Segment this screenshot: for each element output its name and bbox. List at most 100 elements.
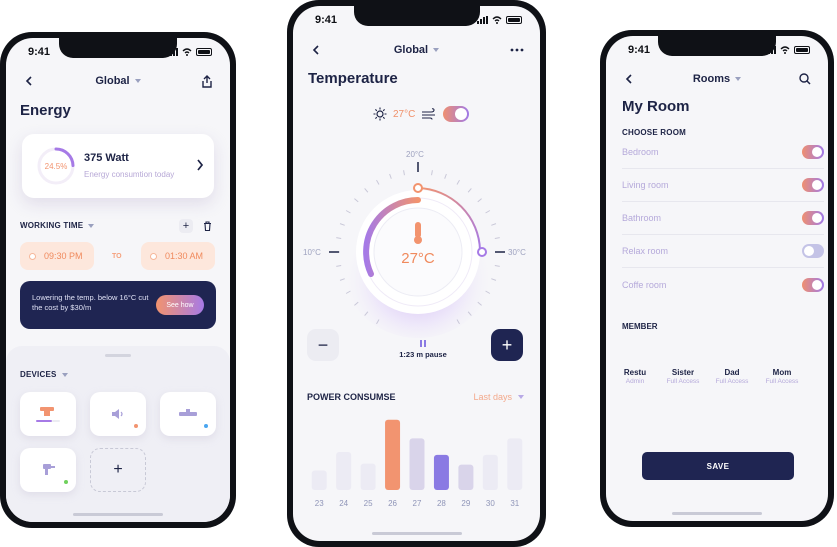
chevron-down-icon — [134, 79, 141, 83]
device-tile-faucet[interactable] — [20, 448, 76, 492]
room-row-bedroom[interactable]: Bedroom — [622, 136, 824, 169]
add-device-button[interactable]: + — [90, 448, 146, 492]
dial-tick — [345, 210, 351, 214]
notch — [59, 38, 177, 58]
signal-icon — [477, 16, 488, 24]
working-time-selector[interactable]: WORKING TIME — [20, 221, 95, 230]
room-row-living-room[interactable]: Living room — [622, 169, 824, 202]
room-name: Bathroom — [622, 213, 662, 223]
savings-text: Lowering the temp. below 16°C cut the co… — [32, 293, 149, 312]
back-icon[interactable] — [20, 72, 38, 90]
share-icon[interactable] — [198, 72, 216, 90]
member-restu[interactable]: Restu Admin — [612, 368, 658, 385]
thermostat-dial-graphic — [329, 162, 505, 338]
more-icon[interactable] — [508, 41, 526, 59]
faucet-icon — [43, 464, 55, 475]
chart-tick-label: 26 — [388, 499, 397, 508]
power-consumption-label: POWER CONSUMSE — [307, 392, 396, 402]
rooms-selector[interactable]: Rooms — [693, 73, 742, 85]
thermometer-icon — [414, 222, 422, 244]
status-dot — [204, 424, 208, 428]
pause-indicator[interactable]: 1:23 m pause — [388, 340, 458, 359]
dial-tick — [494, 237, 500, 239]
room-toggle[interactable] — [802, 277, 824, 292]
trash-icon[interactable] — [200, 219, 214, 233]
room-toggle[interactable] — [802, 244, 824, 258]
chart-bar-23[interactable] — [311, 470, 327, 491]
dial-tick — [444, 173, 447, 179]
member-dad[interactable]: Dad Full Access — [709, 368, 755, 385]
phone-energy: 9:41 Global Energy 24.5% 375 Watt Energy… — [0, 32, 236, 528]
chart-bar-28[interactable] — [433, 454, 449, 490]
climate-toggle[interactable] — [443, 106, 470, 122]
member-role: Full Access — [715, 378, 749, 385]
chart-bar-30[interactable] — [482, 454, 498, 490]
device-tile-speaker[interactable] — [90, 392, 146, 436]
devices-sheet: DEVICES + — [6, 346, 230, 522]
dial-tick — [467, 188, 472, 193]
room-name: Relax room — [622, 246, 669, 256]
phone-temperature: 9:41 Global Temperature 27°C 20°C 10°C 3… — [287, 0, 546, 547]
room-row-relax-room[interactable]: Relax room — [622, 235, 824, 268]
air-conditioner-icon — [179, 409, 197, 416]
member-role: Full Access — [666, 378, 700, 385]
chart-bar-27[interactable] — [409, 438, 425, 490]
member-sister[interactable]: Sister Full Access — [660, 368, 706, 385]
save-button[interactable]: SAVE — [642, 452, 794, 480]
dial-tick — [477, 198, 482, 203]
home-indicator — [73, 513, 163, 516]
increase-temperature-button[interactable]: + — [491, 329, 523, 361]
status-dot — [134, 424, 138, 428]
sheet-handle[interactable] — [105, 354, 131, 357]
energy-summary-card[interactable]: 24.5% 375 Watt Energy consumtion today — [22, 134, 214, 198]
back-icon[interactable] — [620, 70, 638, 88]
dial-mid-label: 20°C — [406, 150, 424, 159]
energy-screen: 9:41 Global Energy 24.5% 375 Watt Energy… — [6, 38, 230, 522]
device-tile-coffee-machine[interactable] — [20, 392, 76, 436]
chart-bar-26[interactable] — [385, 419, 401, 490]
dial-tick — [336, 265, 342, 267]
room-toggle[interactable] — [802, 145, 824, 159]
location-selector[interactable]: Global — [394, 44, 440, 56]
add-time-button[interactable]: + — [179, 219, 193, 233]
rooms-screen: 9:41 Rooms My Room CHOOSE ROOM Bedroom L… — [606, 36, 828, 521]
devices-selector[interactable]: DEVICES — [20, 370, 68, 379]
chart-bar-31[interactable] — [507, 438, 523, 490]
clock-icon — [150, 252, 157, 260]
location-selector[interactable]: Global — [95, 75, 141, 87]
home-indicator — [371, 532, 462, 535]
see-how-button[interactable]: See how — [156, 295, 204, 315]
temperature-screen: 9:41 Global Temperature 27°C 20°C 10°C 3… — [293, 6, 540, 541]
end-time-field[interactable]: 01:30 AM — [141, 242, 215, 270]
chart-bar-29[interactable] — [458, 464, 474, 490]
energy-subtitle: Energy consumtion today — [84, 170, 175, 179]
wifi-icon — [492, 16, 502, 24]
member-mom[interactable]: Mom Full Access — [759, 368, 805, 385]
status-time: 9:41 — [628, 44, 651, 56]
temperature-topnav: Global — [293, 41, 540, 59]
time-separator: TO — [112, 253, 122, 260]
thermostat-dial[interactable]: 20°C 10°C 30°C 27°C — [303, 142, 531, 338]
dial-tick — [456, 179, 460, 185]
room-row-coffee-room[interactable]: Coffe room — [622, 268, 824, 301]
room-toggle[interactable] — [802, 211, 824, 225]
room-toggle[interactable] — [802, 178, 824, 192]
chevron-down-icon — [433, 48, 440, 52]
dial-tick — [389, 173, 392, 179]
room-row-bathroom[interactable]: Bathroom — [622, 202, 824, 235]
member-name: Dad — [724, 368, 740, 377]
chart-bar-25[interactable] — [360, 463, 376, 490]
rooms-topnav: Rooms — [606, 70, 828, 88]
back-icon[interactable] — [307, 41, 325, 59]
member-role: Admin — [625, 378, 645, 385]
device-tile-air-conditioner[interactable] — [160, 392, 216, 436]
chart-bar-24[interactable] — [336, 451, 352, 490]
decrease-temperature-button[interactable]: − — [307, 329, 339, 361]
chart-tick-label: 29 — [461, 499, 470, 508]
search-icon[interactable] — [796, 70, 814, 88]
range-selector[interactable]: Last days — [473, 392, 524, 402]
dial-tick — [491, 223, 497, 226]
start-time-field[interactable]: 09:30 PM — [20, 242, 94, 270]
status-dot — [64, 480, 68, 484]
chart-tick-label: 23 — [315, 499, 324, 508]
